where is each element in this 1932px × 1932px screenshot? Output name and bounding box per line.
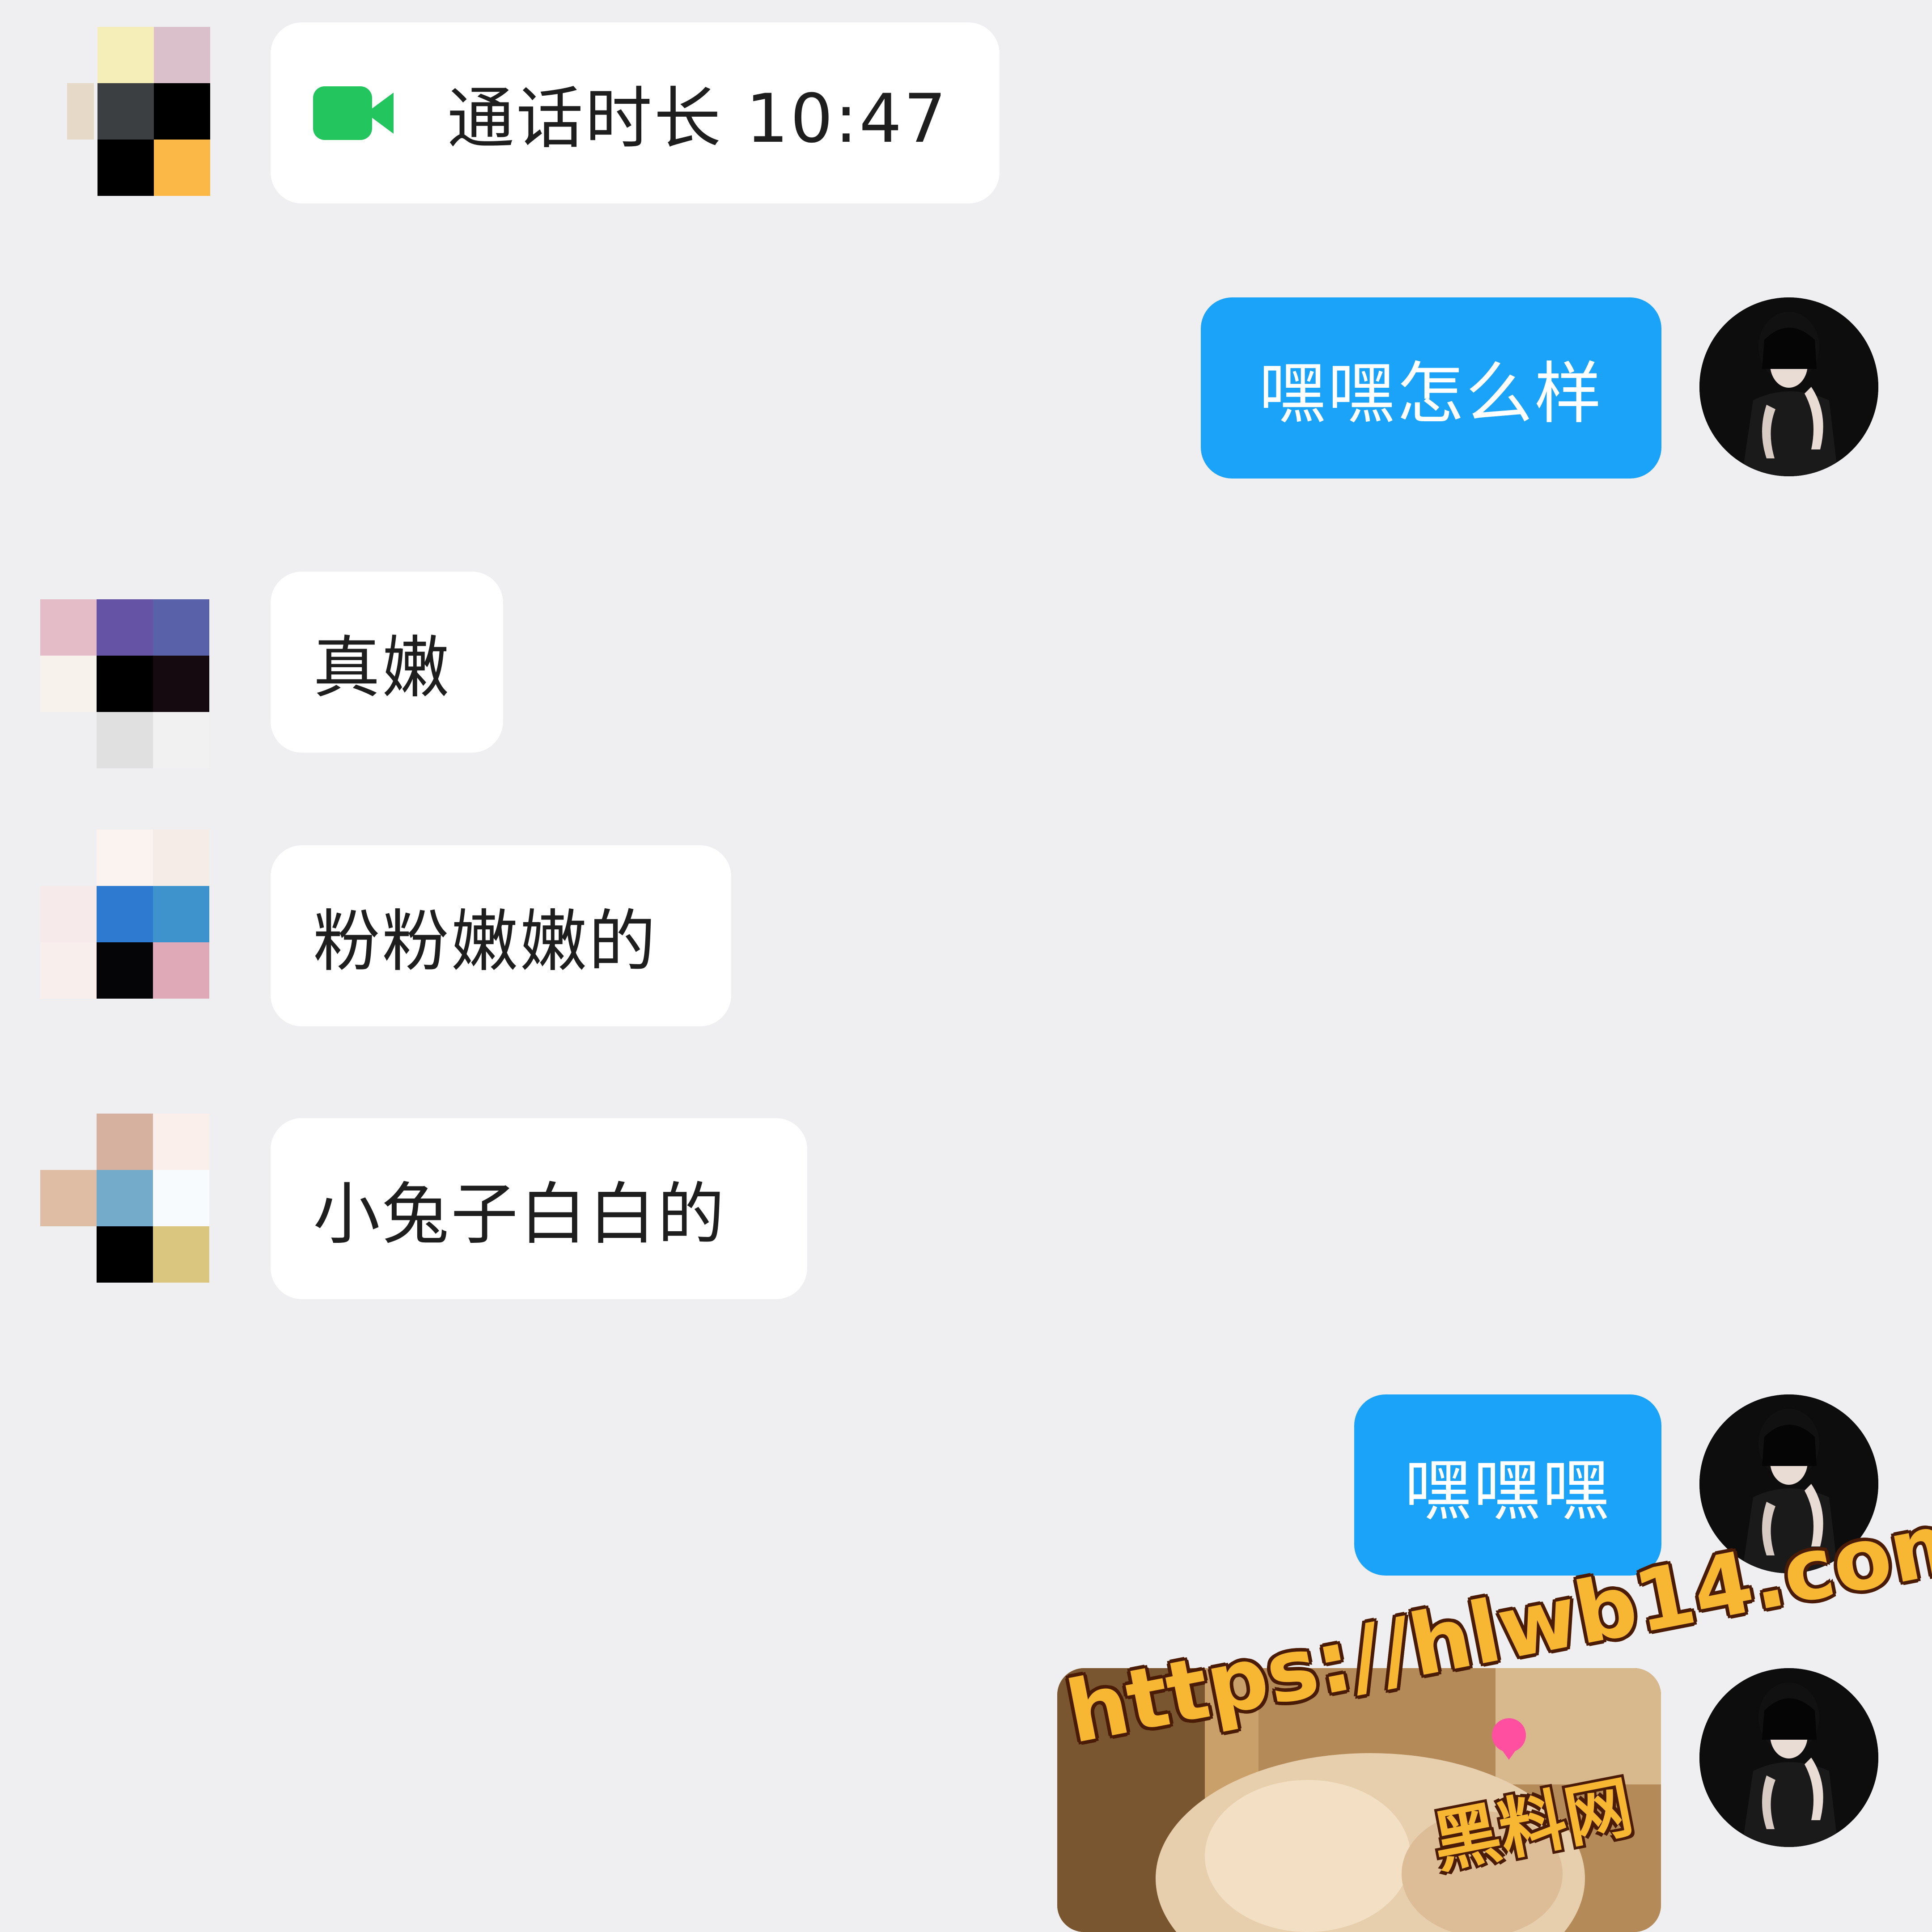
call-record-bubble[interactable]: 通话时长 10:47 <box>271 22 1000 203</box>
message-text: 嘿嘿嘿 <box>1404 1452 1611 1530</box>
message-text: 真嫩 <box>313 629 451 707</box>
call-duration-text: 通话时长 10:47 <box>447 80 948 158</box>
incoming-message-bubble[interactable]: 小兔子白白的 <box>271 1118 807 1299</box>
message-text: 嘿嘿怎么样 <box>1258 355 1603 433</box>
avatar-portrait-icon <box>1699 1668 1878 1847</box>
my-avatar[interactable] <box>1699 1668 1878 1847</box>
contact-avatar[interactable] <box>40 599 215 774</box>
contact-avatar[interactable] <box>40 830 215 1004</box>
message-text: 小兔子白白的 <box>313 1176 727 1254</box>
contact-avatar[interactable] <box>40 27 215 201</box>
message-text: 粉粉嫩嫩的 <box>313 903 658 981</box>
outgoing-message-bubble[interactable]: 嘿嘿嘿 <box>1354 1394 1661 1576</box>
incoming-message-bubble[interactable]: 真嫩 <box>271 572 503 753</box>
my-avatar[interactable] <box>1699 297 1878 476</box>
avatar-portrait-icon <box>1699 297 1878 476</box>
outgoing-message-bubble[interactable]: 嘿嘿怎么样 <box>1201 297 1661 479</box>
chat-conversation: 通话时长 10:47 嘿嘿怎么样 真嫩 粉粉嫩嫩的 小兔子白白的 嘿嘿嘿 htt… <box>0 0 1932 1932</box>
incoming-message-bubble[interactable]: 粉粉嫩嫩的 <box>271 845 731 1026</box>
video-call-icon <box>313 86 394 140</box>
contact-avatar[interactable] <box>40 1114 215 1288</box>
